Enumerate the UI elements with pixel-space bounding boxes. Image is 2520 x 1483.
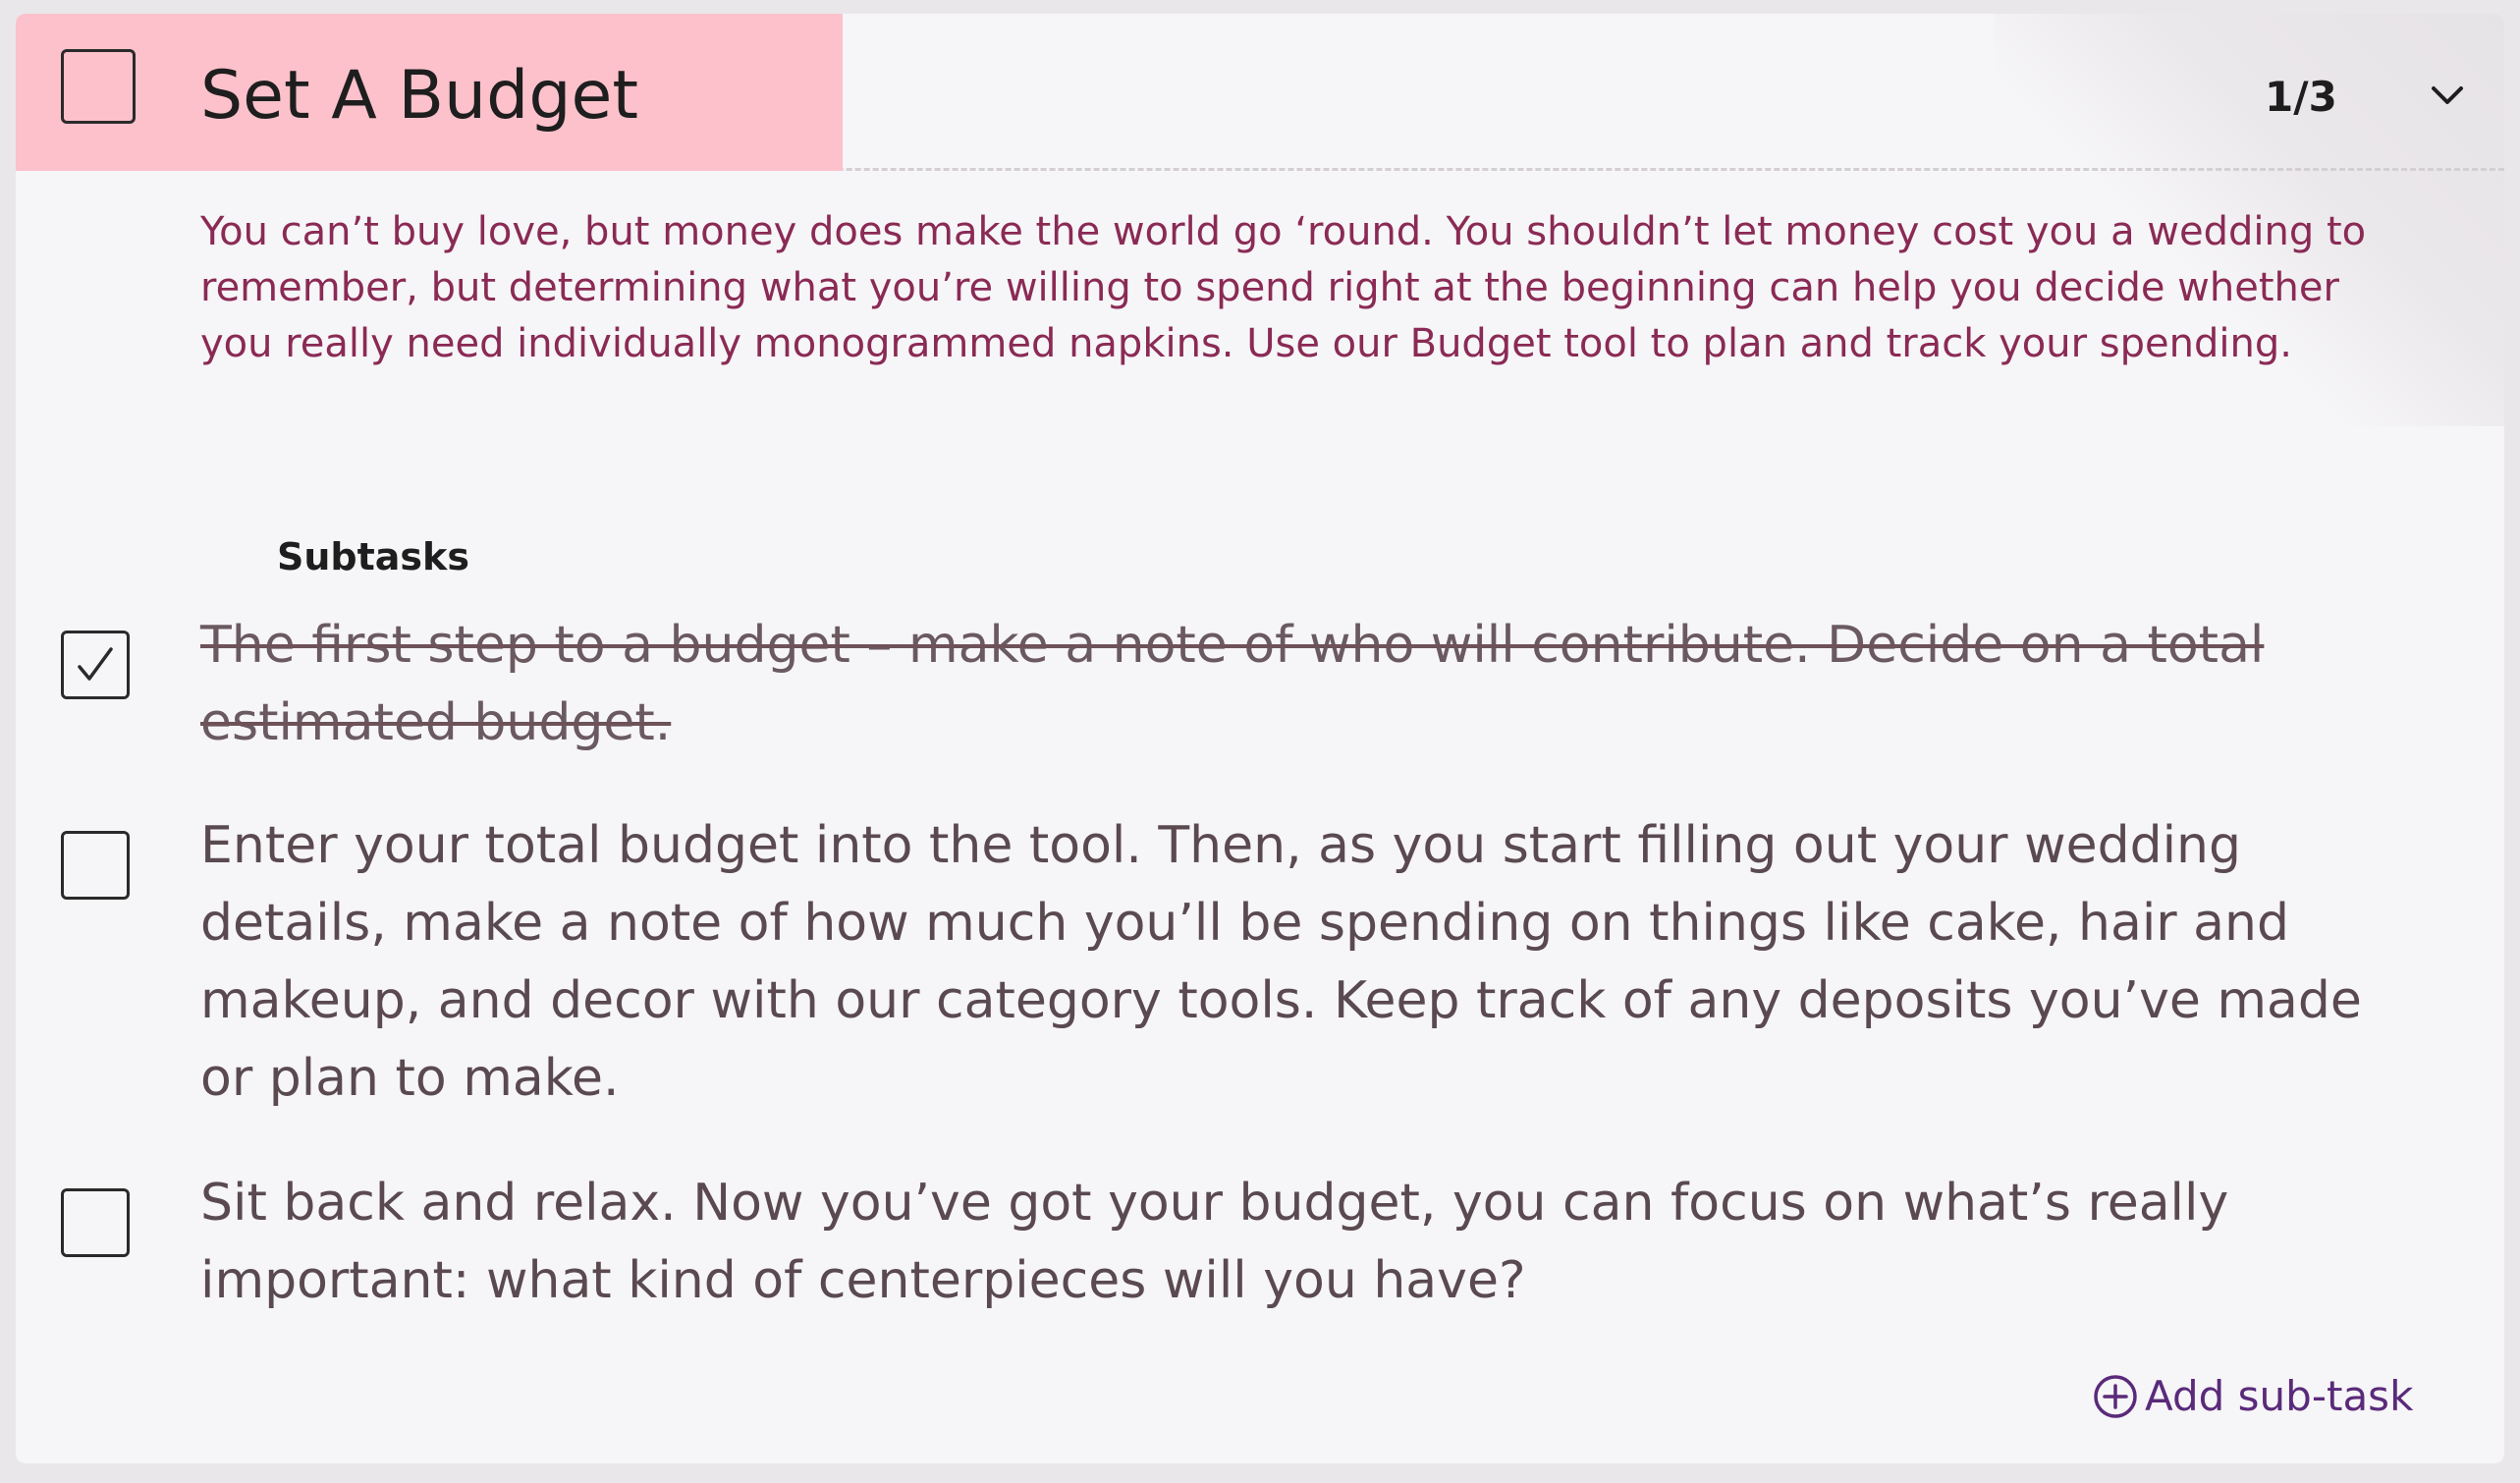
subtask-text-completed: The first step to a budget – make a note…: [200, 616, 2265, 752]
task-description: You can’t buy love, but money does make …: [200, 209, 2367, 366]
subtask-progress-counter: 1/3: [2265, 73, 2337, 121]
task-header[interactable]: Set A Budget 1/3: [16, 14, 2504, 171]
subtask-text: Enter your total budget into the tool. T…: [200, 816, 2362, 1108]
chevron-down-icon[interactable]: [2420, 69, 2475, 124]
subtask-checkbox[interactable]: [61, 1188, 130, 1257]
checkmark-icon: [78, 647, 113, 681]
subtask-checkbox-checked[interactable]: [61, 631, 130, 699]
add-subtask-button[interactable]: Add sub-task: [2092, 1369, 2413, 1424]
subtask-text: Sit back and relax. Now you’ve got your …: [200, 1174, 2229, 1310]
subtask-checkbox[interactable]: [61, 831, 130, 900]
task-card: Set A Budget 1/3 You can’t buy love, but…: [16, 14, 2504, 1463]
task-title: Set A Budget: [200, 57, 638, 135]
subtasks-heading: Subtasks: [277, 535, 469, 578]
task-complete-checkbox[interactable]: [61, 49, 136, 124]
plus-circle-icon: [2094, 1375, 2137, 1418]
add-subtask-label: Add sub-task: [2145, 1372, 2414, 1420]
